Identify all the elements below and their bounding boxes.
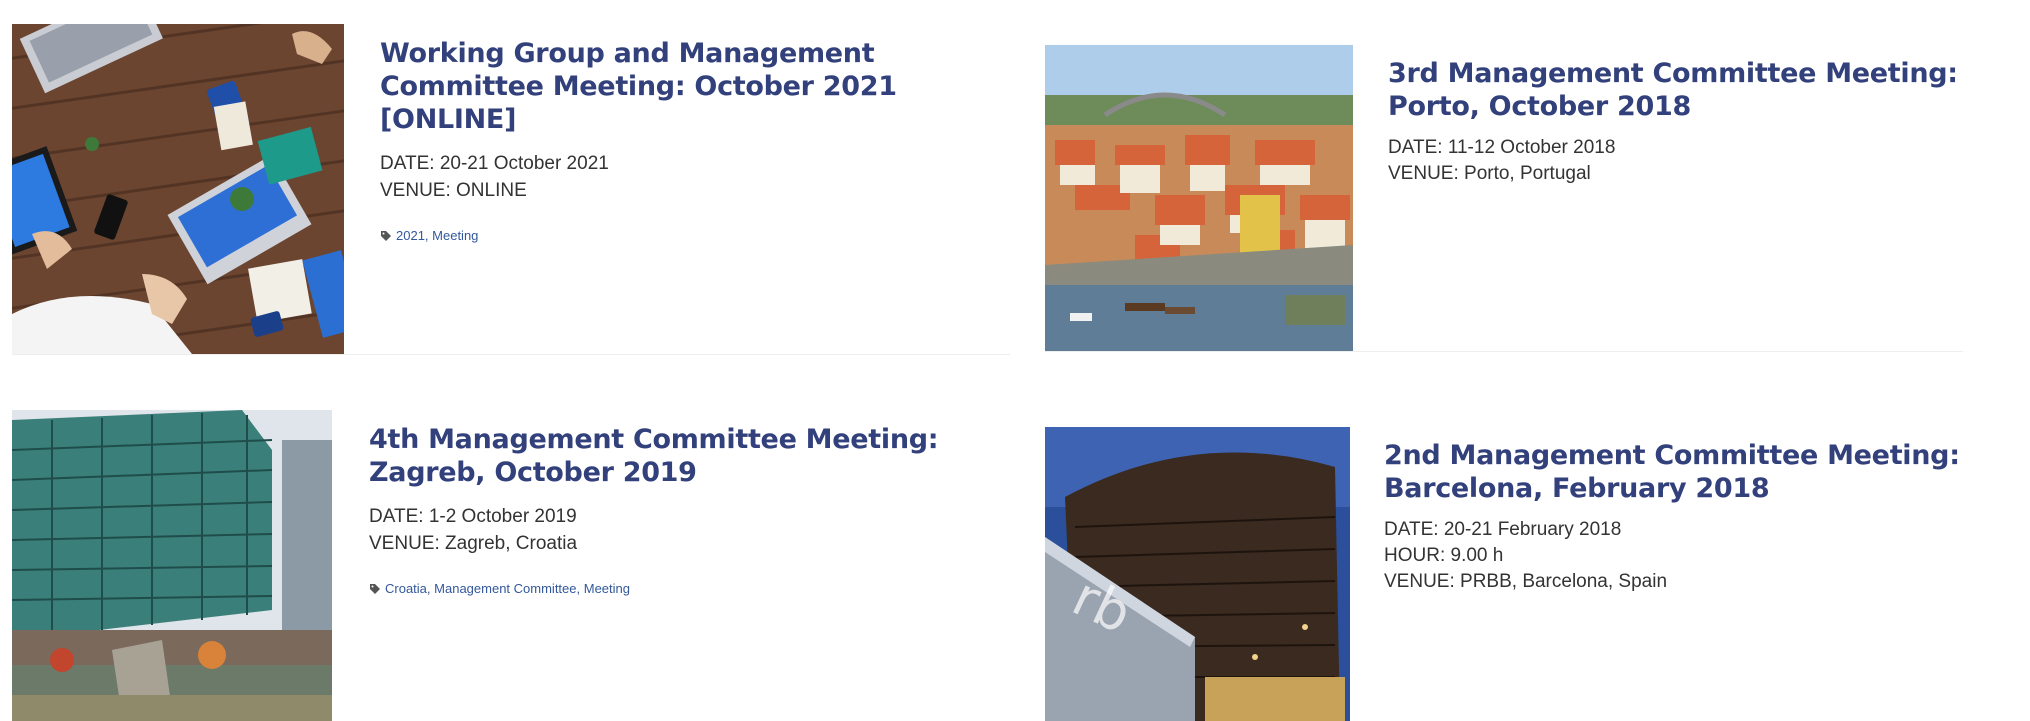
event-image[interactable]: rb — [1045, 427, 1350, 721]
event-image[interactable] — [12, 410, 332, 721]
event-body: 2nd Management Committee Meeting: Barcel… — [1384, 439, 2014, 595]
event-date: DATE: 11-12 October 2018 — [1388, 137, 1616, 158]
event-body: 4th Management Committee Meeting: Zagreb… — [369, 423, 999, 597]
event-image[interactable] — [1045, 45, 1353, 351]
event-date: DATE: 20-21 October 2021 — [380, 153, 609, 174]
event-date: DATE: 1-2 October 2019 — [369, 506, 577, 527]
event-meta: DATE: 20-21 October 2021 VENUE: ONLINE — [380, 150, 1000, 204]
event-title[interactable]: 2nd Management Committee Meeting: Barcel… — [1384, 439, 2014, 505]
tag-link-meeting[interactable]: Meeting — [584, 581, 630, 596]
tag-icon — [381, 231, 391, 241]
event-card: 3rd Management Committee Meeting: Porto,… — [1045, 45, 1963, 352]
event-venue: VENUE: Porto, Portugal — [1388, 163, 1591, 184]
event-body: Working Group and Management Committee M… — [380, 37, 1000, 244]
office-desk-photo — [12, 24, 344, 354]
event-card: Working Group and Management Committee M… — [12, 24, 1010, 355]
zagreb-building-photo — [12, 410, 332, 721]
tag-link-2021[interactable]: 2021 — [396, 228, 425, 243]
tag-icon — [370, 584, 380, 594]
porto-city-photo — [1045, 45, 1353, 351]
tag-link-management-committee[interactable]: Management Committee — [434, 581, 576, 596]
event-title[interactable]: 3rd Management Committee Meeting: Porto,… — [1388, 57, 1958, 123]
event-venue: VENUE: ONLINE — [380, 180, 527, 201]
event-card: rb 2nd Management Committee Meeting: Bar… — [1045, 427, 2020, 721]
event-venue: VENUE: Zagreb, Croatia — [369, 533, 578, 554]
event-date: DATE: 20-21 February 2018 — [1384, 519, 1622, 540]
event-title[interactable]: Working Group and Management Committee M… — [380, 37, 1000, 136]
event-meta: DATE: 11-12 October 2018 VENUE: Porto, P… — [1388, 135, 1958, 187]
prbb-building-photo: rb — [1045, 427, 1350, 721]
event-meta: DATE: 1-2 October 2019 VENUE: Zagreb, Cr… — [369, 503, 999, 557]
event-image[interactable] — [12, 24, 344, 354]
tag-link-croatia[interactable]: Croatia — [385, 581, 427, 596]
event-tags: Croatia, Management Committee, Meeting — [369, 581, 999, 597]
tag-link-meeting[interactable]: Meeting — [432, 228, 478, 243]
event-hour: HOUR: 9.00 h — [1384, 545, 1504, 566]
event-meta: DATE: 20-21 February 2018 HOUR: 9.00 h V… — [1384, 517, 2014, 595]
event-card: 4th Management Committee Meeting: Zagreb… — [12, 410, 1010, 721]
event-title[interactable]: 4th Management Committee Meeting: Zagreb… — [369, 423, 999, 489]
event-body: 3rd Management Committee Meeting: Porto,… — [1388, 57, 1958, 187]
event-venue: VENUE: PRBB, Barcelona, Spain — [1384, 571, 1668, 592]
event-tags: 2021, Meeting — [380, 228, 1000, 244]
